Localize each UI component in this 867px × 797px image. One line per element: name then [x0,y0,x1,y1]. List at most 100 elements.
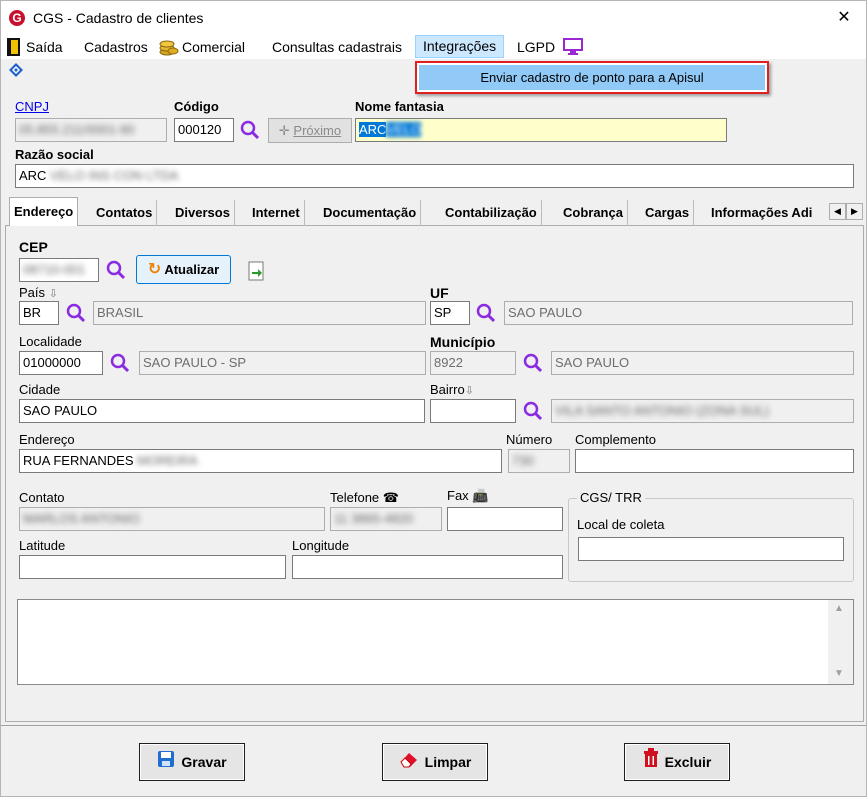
memo-scrollbar[interactable]: ▲ ▼ [828,600,853,684]
proximo-button[interactable]: ✛ Próximo [268,118,352,143]
diamond-nav-icon[interactable] [7,62,25,78]
codigo-search-icon[interactable] [239,119,261,141]
nome-fantasia-blurred: VELO [386,122,422,137]
window-title: CGS - Cadastro de clientes [33,10,204,26]
telefone-field[interactable]: 11 3865-4820 [330,507,442,531]
nome-fantasia-value: ARC [359,122,387,137]
cep-label: CEP [19,239,48,255]
municipio-code-field[interactable]: 8922 [430,351,516,375]
monitor-icon[interactable] [562,38,584,56]
tab-diversos[interactable]: Diversos [171,200,235,226]
cep-field[interactable]: 08710-001 [19,258,99,282]
menu-saida[interactable]: Saída [26,38,63,56]
codigo-label: Código [174,99,219,114]
cnpj-label[interactable]: CNPJ [15,99,49,114]
import-icon[interactable] [245,260,267,282]
cnpj-value: 05.855.211/0001-90 [19,122,135,137]
razao-social-blurred: VELO INS CON LTDA [50,168,179,183]
endereco-label: Endereço [19,432,75,447]
municipio-name-field: SAO PAULO [551,351,854,375]
eraser-icon [399,745,419,781]
cidade-field[interactable]: SAO PAULO [19,399,425,423]
tab-contatos[interactable]: Contatos [92,200,158,226]
floppy-disk-icon [157,745,175,781]
scroll-down-arrow[interactable]: ▼ [834,668,844,679]
tab-contabilizacao[interactable]: Contabilização [441,200,542,226]
numero-label: Número [506,432,553,447]
localidade-code-field[interactable]: 01000000 [19,351,103,375]
contato-field[interactable]: MARLOS ANTONIO [19,507,325,531]
localidade-name-field: SAO PAULO - SP [139,351,426,375]
menu-bar: Saída Cadastros Comercial Consultas cada… [1,35,866,59]
nome-fantasia-label: Nome fantasia [355,99,444,114]
limpar-label: Limpar [424,754,472,770]
menu-consultas[interactable]: Consultas cadastrais [272,38,402,56]
uf-search-icon[interactable] [475,302,497,324]
localidade-search-icon[interactable] [109,352,131,374]
menu-lgpd[interactable]: LGPD [517,38,555,56]
tab-scroll-left-button[interactable]: ◀ [829,203,846,220]
bairro-name-value: VILA SANTO ANTONIO (ZONA SUL) [555,403,770,418]
longitude-field[interactable] [292,555,563,579]
tab-endereco[interactable]: Endereço [9,197,79,227]
bairro-search-icon[interactable] [522,400,544,422]
bairro-name-field: VILA SANTO ANTONIO (ZONA SUL) [551,399,854,423]
cep-value: 08710-001 [23,262,86,277]
municipio-search-icon[interactable] [522,352,544,374]
razao-social-field[interactable]: ARC VELO INS CON LTDA [15,164,854,188]
sort-down-icon: ⇩ [48,288,58,300]
tab-cargas[interactable]: Cargas [641,200,695,226]
scroll-up-arrow[interactable]: ▲ [834,603,844,614]
endereco-blurred: MOREIRA [137,453,198,468]
contato-label: Contato [19,490,65,505]
pais-code-field[interactable]: BR [19,301,59,325]
cgs-trr-group-title: CGS/ TRR [577,490,645,505]
excluir-button[interactable]: Excluir [624,743,730,781]
uf-label: UF [430,285,449,301]
gravar-label: Gravar [181,754,227,770]
coins-icon [159,37,179,57]
tab-internet[interactable]: Internet [248,200,305,226]
local-coleta-field[interactable] [578,537,844,561]
tab-scroll-right-button[interactable]: ▶ [846,203,863,220]
menu-item-enviar-apisul[interactable]: Enviar cadastro de ponto para a Apisul [419,65,765,90]
close-button[interactable]: ✕ [829,3,859,33]
sort-down-icon: ⇩ [464,385,474,397]
menu-comercial[interactable]: Comercial [182,38,245,56]
atualizar-button[interactable]: ↻ Atualizar [136,255,231,284]
endereco-field[interactable]: RUA FERNANDES MOREIRA [19,449,502,473]
nome-fantasia-field[interactable]: ARCVELO [355,118,727,142]
limpar-button[interactable]: Limpar [382,743,488,781]
numero-field[interactable]: 730 [508,449,570,473]
fax-field[interactable] [447,507,563,531]
observations-memo[interactable] [17,599,854,685]
pais-name-field: BRASIL [93,301,426,325]
razao-social-label: Razão social [15,147,94,162]
gravar-button[interactable]: Gravar [139,743,245,781]
cnpj-field[interactable]: 05.855.211/0001-90 [15,118,167,142]
local-coleta-label: Local de coleta [577,517,665,532]
tab-informacoes[interactable]: Informações Adi [707,200,831,226]
menu-integracoes[interactable]: Integrações [415,35,505,58]
codigo-field[interactable]: 000120 [174,118,234,142]
municipio-label: Município [430,334,496,350]
endereco-value: RUA FERNANDES [23,453,134,468]
latitude-label: Latitude [19,538,66,553]
uf-code-field[interactable]: SP [430,301,470,325]
latitude-field[interactable] [19,555,286,579]
complemento-field[interactable] [575,449,854,473]
trash-icon [643,745,659,781]
cidade-label: Cidade [19,382,61,397]
tab-strip: Endereço Contatos Diversos Internet Docu… [5,197,864,227]
tab-cobranca[interactable]: Cobrança [559,200,628,226]
pais-search-icon[interactable] [65,302,87,324]
main-window: G CGS - Cadastro de clientes ✕ Saída Cad… [0,0,867,797]
contato-value: MARLOS ANTONIO [23,511,140,526]
menu-cadastros[interactable]: Cadastros [84,38,148,56]
pais-label: País ⇩ [19,285,58,300]
bairro-code-field[interactable] [430,399,516,423]
tab-documentacao[interactable]: Documentação [319,200,422,226]
plus-icon: ✛ [278,123,294,138]
cep-search-icon[interactable] [105,259,127,281]
atualizar-label: Atualizar [164,262,220,277]
